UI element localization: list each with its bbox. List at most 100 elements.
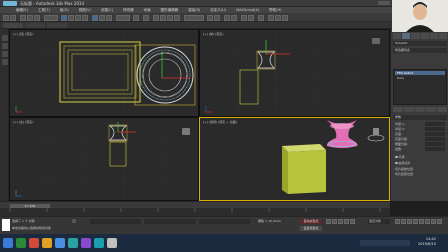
rectangular-selection-icon[interactable] xyxy=(75,14,81,21)
zoom-icon[interactable] xyxy=(395,219,400,224)
radius2-spinner[interactable] xyxy=(425,127,445,131)
prev-frame-icon[interactable] xyxy=(332,219,337,224)
tab-utilities[interactable] xyxy=(438,33,448,39)
viewport-perspective[interactable]: [+] [透视] [真实 + 边面] xyxy=(199,117,390,201)
pan-icon[interactable] xyxy=(425,219,430,224)
viewport-front[interactable]: [+] [前] [真实] xyxy=(199,29,390,117)
link-icon[interactable] xyxy=(20,14,26,21)
configure-sets-icon[interactable] xyxy=(437,107,447,112)
orbit-icon[interactable] xyxy=(431,219,436,224)
ribbon-tab-modeling[interactable] xyxy=(3,23,23,28)
maxscript-listener[interactable] xyxy=(2,219,10,231)
select-by-name-icon[interactable] xyxy=(68,14,74,21)
object-name-field[interactable]: Tube001 xyxy=(393,41,447,46)
strip-button-1[interactable] xyxy=(1,35,8,41)
cap-segments-spinner[interactable] xyxy=(425,142,445,146)
spinner-snap-icon[interactable] xyxy=(174,14,180,21)
select-and-rotate-icon[interactable] xyxy=(99,14,105,21)
viewport-top-label[interactable]: [+] [顶] [真实] xyxy=(13,32,33,36)
make-unique-icon[interactable] xyxy=(415,107,425,112)
select-and-scale-icon[interactable] xyxy=(106,14,112,21)
tab-hierarchy[interactable] xyxy=(411,33,420,39)
tab-display[interactable] xyxy=(429,33,438,39)
height-segments-spinner[interactable] xyxy=(425,137,445,141)
viewcube-icon[interactable] xyxy=(372,38,380,44)
snaps-toggle-icon[interactable] xyxy=(153,14,159,21)
ribbon-tab-freeform[interactable] xyxy=(25,23,45,28)
undo-icon[interactable] xyxy=(3,14,9,21)
taskbar-app-icon[interactable] xyxy=(81,238,91,248)
mirror-icon[interactable] xyxy=(207,14,213,21)
taskbar-app-icon[interactable] xyxy=(55,238,65,248)
redo-icon[interactable] xyxy=(10,14,16,21)
modifier-stack-item[interactable]: FFD 4x4x4 xyxy=(395,71,445,75)
select-and-manipulate-icon[interactable] xyxy=(143,14,149,21)
tab-motion[interactable] xyxy=(420,33,429,39)
set-key-button[interactable]: 设置关键点 xyxy=(300,226,322,231)
layer-manager-icon[interactable] xyxy=(224,14,230,21)
window-controls[interactable] xyxy=(378,1,390,5)
angle-snap-icon[interactable] xyxy=(160,14,166,21)
viewport-left[interactable]: [+] [左] [真实] xyxy=(9,117,199,201)
viewport-top[interactable]: [+] [顶] [真实] xyxy=(9,29,199,117)
lock-selection-icon[interactable] xyxy=(72,219,76,223)
unlink-icon[interactable] xyxy=(27,14,33,21)
tab-create[interactable] xyxy=(393,33,402,39)
time-slider[interactable]: 0 / 100 xyxy=(10,203,50,208)
bind-space-warp-icon[interactable] xyxy=(34,14,40,21)
viewport-front-label[interactable]: [+] [前] [真实] xyxy=(203,32,223,36)
tray-icons[interactable] xyxy=(360,240,410,246)
percent-snap-icon[interactable] xyxy=(167,14,173,21)
show-end-result-icon[interactable] xyxy=(404,107,414,112)
remove-modifier-icon[interactable] xyxy=(426,107,436,112)
slice-on-checkbox[interactable]: 启用切片 xyxy=(395,161,411,165)
align-icon[interactable] xyxy=(214,14,220,21)
strip-button-2[interactable] xyxy=(1,43,8,49)
y-coordinate-field[interactable] xyxy=(144,219,196,224)
viewport-perspective-label[interactable]: [+] [透视] [真实 + 边面] xyxy=(203,120,237,124)
reference-coordinate-dropdown[interactable] xyxy=(116,14,130,21)
key-filter-dropdown[interactable]: 选定对象 xyxy=(368,219,390,224)
goto-start-icon[interactable] xyxy=(326,219,331,224)
pin-stack-icon[interactable] xyxy=(393,107,403,112)
graphite-tools-icon[interactable] xyxy=(231,14,237,21)
field-of-view-icon[interactable] xyxy=(419,219,424,224)
selection-filter-dropdown[interactable] xyxy=(44,14,58,21)
taskbar-app-icon[interactable] xyxy=(29,238,39,248)
height-spinner[interactable] xyxy=(425,132,445,136)
smooth-checkbox[interactable]: 平滑 xyxy=(395,155,405,159)
taskbar-3dsmax-icon[interactable] xyxy=(94,238,104,248)
taskbar-app-icon[interactable] xyxy=(42,238,52,248)
z-coordinate-field[interactable] xyxy=(198,219,250,224)
tab-modify[interactable] xyxy=(402,33,411,39)
start-button-icon[interactable] xyxy=(3,238,13,248)
render-setup-icon[interactable] xyxy=(268,14,274,21)
ribbon-tab-selection[interactable] xyxy=(47,23,67,28)
render-production-icon[interactable] xyxy=(282,14,288,21)
schematic-view-icon[interactable] xyxy=(248,14,254,21)
maximize-viewport-icon[interactable] xyxy=(437,219,442,224)
play-icon[interactable] xyxy=(338,219,343,224)
material-editor-icon[interactable] xyxy=(258,14,264,21)
zoom-extents-icon[interactable] xyxy=(407,219,412,224)
zoom-all-icon[interactable] xyxy=(401,219,406,224)
zoom-extents-all-icon[interactable] xyxy=(413,219,418,224)
params-rollout-header[interactable]: 参数 xyxy=(393,115,447,120)
viewcube-icon[interactable] xyxy=(182,128,190,135)
named-selection-sets-dropdown[interactable] xyxy=(184,14,204,21)
sides-spinner[interactable] xyxy=(425,147,445,151)
modifier-stack-item[interactable]: Tube xyxy=(395,76,445,80)
taskbar-clock[interactable]: 14:42 2019/6/10 xyxy=(418,237,436,247)
window-crossing-icon[interactable] xyxy=(82,14,88,21)
strip-button-3[interactable] xyxy=(1,51,8,57)
curve-editor-icon[interactable] xyxy=(241,14,247,21)
x-coordinate-field[interactable] xyxy=(90,219,142,224)
radius1-spinner[interactable] xyxy=(425,122,445,126)
taskbar-app-icon[interactable] xyxy=(107,238,117,248)
auto-key-button[interactable]: 自动关键点 xyxy=(300,219,322,224)
strip-button-4[interactable] xyxy=(1,59,8,65)
rendered-frame-window-icon[interactable] xyxy=(275,14,281,21)
viewport-left-label[interactable]: [+] [左] [真实] xyxy=(13,120,33,124)
taskbar-app-icon[interactable] xyxy=(16,238,26,248)
modifier-list-dropdown[interactable]: 修改器列表 xyxy=(393,48,447,53)
